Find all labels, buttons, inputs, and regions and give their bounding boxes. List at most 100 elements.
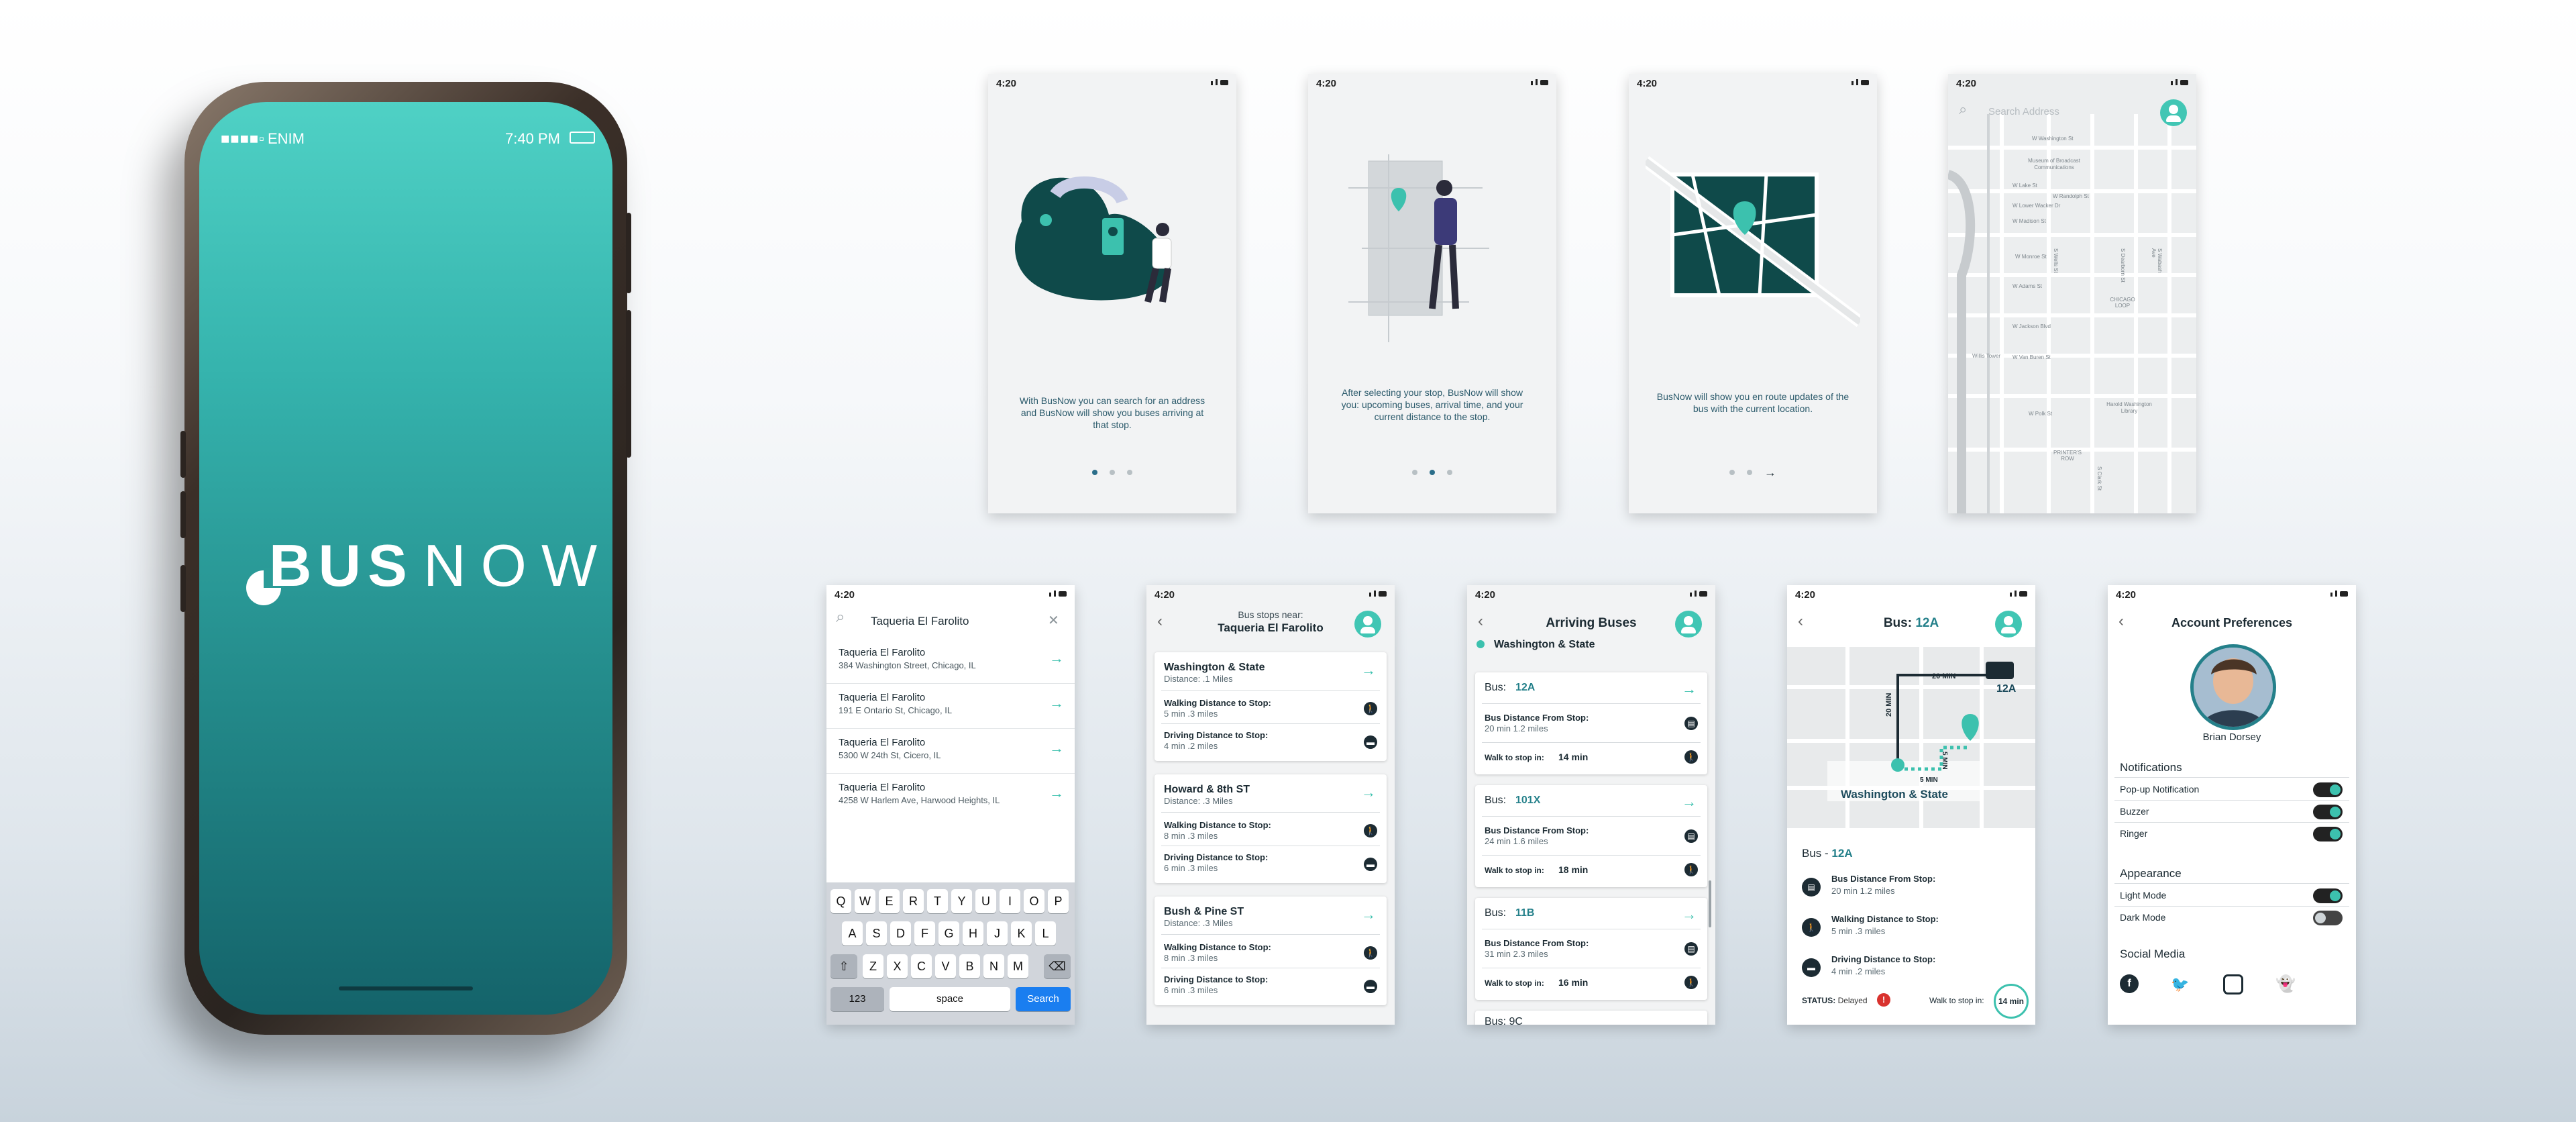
buzzer-toggle[interactable] <box>2313 805 2343 819</box>
key[interactable]: M <box>1008 954 1028 978</box>
bus-card[interactable]: Bus: 11B → Bus Distance From Stop: 31 mi… <box>1475 898 1707 1000</box>
distance-label: Bus Distance From Stop: <box>1485 713 1589 723</box>
result-address: 5300 W 24th St, Cicero, IL <box>839 750 941 760</box>
list-item[interactable]: Taqueria El Farolito 191 E Ontario St, C… <box>826 684 1075 729</box>
bus-prefix: Bus: <box>1485 682 1507 693</box>
page-dot[interactable] <box>1430 470 1435 475</box>
key[interactable]: X <box>887 954 908 978</box>
instagram-icon[interactable] <box>2223 974 2243 994</box>
shift-key[interactable]: ⇧ <box>830 954 857 978</box>
social-links: f 🐦 👻 <box>2120 974 2321 994</box>
clear-icon[interactable]: ✕ <box>1048 612 1059 629</box>
header-caption: Bus stops near: <box>1238 609 1303 620</box>
key[interactable]: B <box>959 954 980 978</box>
backspace-key[interactable]: ⌫ <box>1044 954 1071 978</box>
twitter-icon[interactable]: 🐦 <box>2171 976 2189 993</box>
key[interactable]: E <box>879 889 900 913</box>
key[interactable]: Z <box>863 954 883 978</box>
list-item[interactable]: Taqueria El Farolito 384 Washington Stre… <box>826 639 1075 684</box>
key[interactable]: W <box>855 889 875 913</box>
bus-stops-screen: 4:20 ‹ Bus stops near: Taqueria El Farol… <box>1146 585 1395 1025</box>
snapchat-icon[interactable]: 👻 <box>2275 974 2296 994</box>
back-arrow-icon[interactable]: ‹ <box>1157 612 1163 631</box>
search-input[interactable]: Taqueria El Farolito <box>871 615 969 628</box>
key[interactable]: V <box>935 954 956 978</box>
key[interactable]: J <box>987 921 1008 946</box>
next-arrow-icon[interactable]: → <box>1764 466 1776 478</box>
search-illustration <box>1015 176 1172 303</box>
key[interactable]: C <box>911 954 932 978</box>
key[interactable]: Y <box>951 889 972 913</box>
numbers-key[interactable]: 123 <box>830 987 884 1011</box>
key[interactable]: G <box>938 921 959 946</box>
key[interactable]: N <box>983 954 1004 978</box>
light-mode-toggle[interactable] <box>2313 888 2343 903</box>
detail-value: 4 min .2 miles <box>1831 966 1886 976</box>
map-label: W Lower Wacker Dr <box>2012 203 2061 209</box>
setting-row: Ringer <box>2108 824 2356 844</box>
page-dot[interactable] <box>1729 470 1735 475</box>
result-address: 4258 W Harlem Ave, Harwood Heights, IL <box>839 795 1000 805</box>
back-arrow-icon[interactable]: ‹ <box>1478 612 1483 631</box>
page-dot[interactable] <box>1412 470 1417 475</box>
scrollbar[interactable] <box>1709 880 1711 927</box>
onboarding-caption: BusNow will show you en route updates of… <box>1656 391 1849 414</box>
back-arrow-icon[interactable]: ‹ <box>2118 612 2124 631</box>
setting-label: Pop-up Notification <box>2120 784 2200 795</box>
drive-value: 6 min .3 miles <box>1164 985 1218 995</box>
result-name: Taqueria El Farolito <box>839 782 926 793</box>
stop-name: Howard & 8th ST <box>1164 784 1250 795</box>
key[interactable]: I <box>1000 889 1020 913</box>
ringer-toggle[interactable] <box>2313 827 2343 842</box>
key[interactable]: T <box>927 889 948 913</box>
map-label: W Washington St <box>2032 136 2074 142</box>
logo-text-bus: BUS <box>269 532 414 599</box>
search-key[interactable]: Search <box>1016 987 1071 1011</box>
route-map-illustration <box>1646 156 1860 327</box>
key[interactable]: D <box>890 921 911 946</box>
onboarding-screen-3: 4:20 BusNow will show you en route updat… <box>1629 74 1877 513</box>
divider <box>2114 800 2349 801</box>
divider <box>2114 822 2349 823</box>
logo-text-now: NOW <box>423 532 612 599</box>
back-arrow-icon[interactable]: ‹ <box>1798 612 1803 631</box>
profile-avatar-button[interactable] <box>1675 611 1702 638</box>
key[interactable]: P <box>1048 889 1069 913</box>
key[interactable]: K <box>1011 921 1032 946</box>
avatar[interactable] <box>2190 644 2276 730</box>
profile-avatar-button[interactable] <box>2160 99 2187 126</box>
list-item[interactable]: Taqueria El Farolito 4258 W Harlem Ave, … <box>826 774 1075 818</box>
key[interactable]: F <box>914 921 935 946</box>
profile-avatar-button[interactable] <box>1354 611 1381 638</box>
page-dot[interactable] <box>1747 470 1752 475</box>
key[interactable]: H <box>963 921 983 946</box>
key[interactable]: R <box>903 889 924 913</box>
facebook-icon[interactable]: f <box>2120 974 2139 993</box>
key[interactable]: O <box>1024 889 1044 913</box>
key[interactable]: L <box>1035 921 1056 946</box>
bus-card[interactable]: Bus: 12A → Bus Distance From Stop: 20 mi… <box>1475 672 1707 774</box>
map-label: 20 MIN <box>1885 693 1893 717</box>
page-dot[interactable] <box>1447 470 1452 475</box>
page-dot[interactable] <box>1092 470 1097 475</box>
stop-card[interactable]: Washington & State Distance: .1 Miles → … <box>1155 652 1387 761</box>
bus-card[interactable]: Bus: 9C <box>1475 1011 1707 1025</box>
key[interactable]: S <box>866 921 887 946</box>
stop-card[interactable]: Bush & Pine ST Distance: .3 Miles → Walk… <box>1155 897 1387 1005</box>
popup-toggle[interactable] <box>2313 782 2343 797</box>
dark-mode-toggle[interactable] <box>2313 911 2343 925</box>
profile-avatar-button[interactable] <box>1995 611 2022 638</box>
page-dots <box>988 470 1236 475</box>
search-input[interactable]: Search Address <box>1988 106 2059 117</box>
result-name: Taqueria El Farolito <box>839 737 926 748</box>
key[interactable]: Q <box>830 889 851 913</box>
key[interactable]: A <box>842 921 863 946</box>
detail-value: 5 min .3 miles <box>1831 926 1886 936</box>
space-key[interactable]: space <box>890 987 1010 1011</box>
key[interactable]: U <box>975 889 996 913</box>
page-dot[interactable] <box>1127 470 1132 475</box>
page-dot[interactable] <box>1110 470 1115 475</box>
list-item[interactable]: Taqueria El Farolito 5300 W 24th St, Cic… <box>826 729 1075 774</box>
bus-card[interactable]: Bus: 101X → Bus Distance From Stop: 24 m… <box>1475 785 1707 887</box>
stop-card[interactable]: Howard & 8th ST Distance: .3 Miles → Wal… <box>1155 774 1387 883</box>
